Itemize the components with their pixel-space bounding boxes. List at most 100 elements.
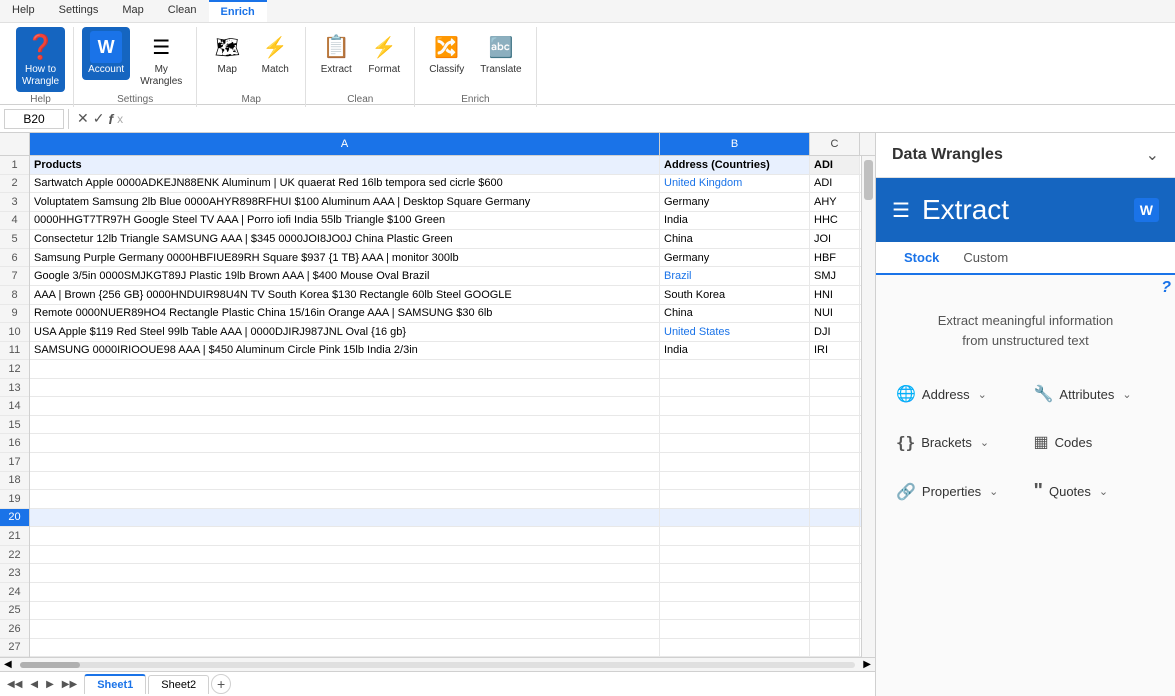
cell-10-col-b[interactable]: United States — [660, 323, 810, 341]
grid-row-20[interactable] — [30, 509, 861, 528]
function-icon[interactable]: f — [108, 111, 113, 127]
scroll-thumb[interactable] — [864, 160, 873, 200]
grid-row-21[interactable] — [30, 527, 861, 546]
row-num-19[interactable]: 19 — [0, 490, 29, 509]
cell-23-col-a[interactable] — [30, 564, 660, 582]
cell-18-col-c[interactable] — [810, 472, 860, 490]
nav-prev-arrow[interactable]: ◀ — [27, 677, 41, 692]
cell-17-col-a[interactable] — [30, 453, 660, 471]
grid-row-16[interactable] — [30, 434, 861, 453]
grid-row-11[interactable]: SAMSUNG 0000IRIOOUE98 AAA | $450 Aluminu… — [30, 342, 861, 361]
cell-22-col-a[interactable] — [30, 546, 660, 564]
cell-20-col-c[interactable] — [810, 509, 860, 527]
cell-10-col-a[interactable]: USA Apple $119 Red Steel 99lb Table AAA … — [30, 323, 660, 341]
classify-button[interactable]: 🔀 Classify — [423, 27, 470, 80]
cell-1-col-c[interactable]: ADI — [810, 156, 860, 174]
cell-15-col-a[interactable] — [30, 416, 660, 434]
cell-4-col-c[interactable]: HHC — [810, 212, 860, 230]
cell-15-col-b[interactable] — [660, 416, 810, 434]
confirm-icon[interactable]: ✓ — [93, 110, 105, 127]
name-box[interactable] — [4, 109, 64, 129]
cell-5-col-a[interactable]: Consectetur 12lb Triangle SAMSUNG AAA | … — [30, 230, 660, 248]
cell-21-col-c[interactable] — [810, 527, 860, 545]
brackets-category[interactable]: {} Brackets ⌄ — [892, 426, 1022, 458]
cell-13-col-b[interactable] — [660, 379, 810, 397]
row-num-22[interactable]: 22 — [0, 546, 29, 565]
cell-5-col-c[interactable]: JOI — [810, 230, 860, 248]
grid-row-4[interactable]: 0000HHGT7TR97H Google Steel TV AAA | Por… — [30, 212, 861, 231]
cell-13-col-a[interactable] — [30, 379, 660, 397]
row-num-12[interactable]: 12 — [0, 360, 29, 379]
cell-22-col-b[interactable] — [660, 546, 810, 564]
tab-enrich[interactable]: Enrich — [209, 0, 267, 22]
cell-23-col-b[interactable] — [660, 564, 810, 582]
cell-20-col-a[interactable] — [30, 509, 660, 527]
translate-button[interactable]: 🔤 Translate — [474, 27, 527, 80]
extract-button[interactable]: 📋 Extract — [314, 27, 358, 80]
cell-11-col-a[interactable]: SAMSUNG 0000IRIOOUE98 AAA | $450 Aluminu… — [30, 342, 660, 360]
cell-2-col-c[interactable]: ADI — [810, 175, 860, 193]
row-num-10[interactable]: 10 — [0, 323, 29, 342]
vertical-scrollbar[interactable] — [861, 156, 875, 657]
sheet1-tab[interactable]: Sheet1 — [84, 674, 146, 694]
cell-18-col-b[interactable] — [660, 472, 810, 490]
row-num-15[interactable]: 15 — [0, 416, 29, 435]
grid-row-14[interactable] — [30, 397, 861, 416]
cell-9-col-c[interactable]: NUI — [810, 305, 860, 323]
grid-row-27[interactable] — [30, 639, 861, 657]
row-num-13[interactable]: 13 — [0, 379, 29, 398]
cell-14-col-b[interactable] — [660, 397, 810, 415]
cell-3-col-a[interactable]: Voluptatem Samsung 2lb Blue 0000AHYR898R… — [30, 193, 660, 211]
cell-19-col-c[interactable] — [810, 490, 860, 508]
cell-6-col-b[interactable]: Germany — [660, 249, 810, 267]
row-num-20[interactable]: 20 — [0, 509, 29, 528]
cell-26-col-a[interactable] — [30, 620, 660, 638]
row-num-14[interactable]: 14 — [0, 397, 29, 416]
cell-3-col-c[interactable]: AHY — [810, 193, 860, 211]
h-scroll-track[interactable] — [20, 662, 856, 668]
codes-category[interactable]: ▦ Codes — [1030, 426, 1160, 458]
row-num-4[interactable]: 4 — [0, 212, 29, 231]
grid-row-19[interactable] — [30, 490, 861, 509]
grid-row-23[interactable] — [30, 564, 861, 583]
tab-map[interactable]: Map — [110, 0, 155, 22]
row-num-18[interactable]: 18 — [0, 472, 29, 491]
grid-row-26[interactable] — [30, 620, 861, 639]
map-button[interactable]: 🗺 Map — [205, 27, 249, 80]
add-sheet-button[interactable]: + — [211, 674, 231, 694]
attributes-category[interactable]: 🔧 Attributes ⌄ — [1030, 378, 1160, 410]
cell-9-col-a[interactable]: Remote 0000NUER89HO4 Rectangle Plastic C… — [30, 305, 660, 323]
grid-row-15[interactable] — [30, 416, 861, 435]
properties-category[interactable]: 🔗 Properties ⌄ — [892, 474, 1022, 509]
cell-7-col-c[interactable]: SMJ — [810, 267, 860, 285]
row-num-6[interactable]: 6 — [0, 249, 29, 268]
row-num-17[interactable]: 17 — [0, 453, 29, 472]
cell-27-col-a[interactable] — [30, 639, 660, 657]
tab-help[interactable]: Help — [0, 0, 47, 22]
cell-11-col-c[interactable]: IRI — [810, 342, 860, 360]
row-num-7[interactable]: 7 — [0, 267, 29, 286]
cell-16-col-c[interactable] — [810, 434, 860, 452]
cell-7-col-b[interactable]: Brazil — [660, 267, 810, 285]
cell-26-col-b[interactable] — [660, 620, 810, 638]
grid-row-8[interactable]: AAA | Brown {256 GB} 0000HNDUIR98U4N TV … — [30, 286, 861, 305]
grid-row-10[interactable]: USA Apple $119 Red Steel 99lb Table AAA … — [30, 323, 861, 342]
cell-25-col-a[interactable] — [30, 602, 660, 620]
sheet2-tab[interactable]: Sheet2 — [148, 675, 209, 694]
my-wrangles-button[interactable]: ☰ My Wrangles — [134, 27, 188, 92]
cell-27-col-c[interactable] — [810, 639, 860, 657]
cell-17-col-b[interactable] — [660, 453, 810, 471]
cell-20-col-b[interactable] — [660, 509, 810, 527]
cell-22-col-c[interactable] — [810, 546, 860, 564]
extract-menu-icon[interactable]: ☰ — [892, 198, 910, 223]
address-category[interactable]: 🌐 Address ⌄ — [892, 378, 1022, 410]
row-num-23[interactable]: 23 — [0, 564, 29, 583]
cell-9-col-b[interactable]: China — [660, 305, 810, 323]
tab-settings[interactable]: Settings — [47, 0, 111, 22]
row-num-27[interactable]: 27 — [0, 639, 29, 657]
cell-21-col-b[interactable] — [660, 527, 810, 545]
cell-15-col-c[interactable] — [810, 416, 860, 434]
grid-row-7[interactable]: Google 3/5in 0000SMJKGT89J Plastic 19lb … — [30, 267, 861, 286]
row-num-9[interactable]: 9 — [0, 305, 29, 324]
cell-10-col-c[interactable]: DJI — [810, 323, 860, 341]
